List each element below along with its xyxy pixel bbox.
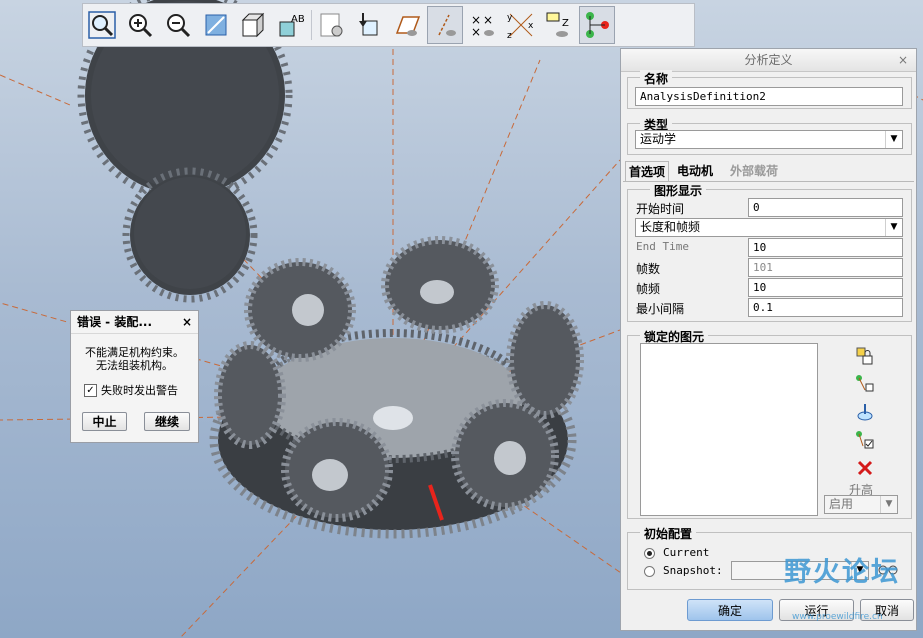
- frames-field[interactable]: 101: [748, 258, 903, 277]
- svg-text:y: y: [507, 13, 513, 23]
- zoom-fit-icon: [88, 11, 116, 39]
- saved-views-icon: [320, 13, 343, 37]
- svg-text:z: z: [507, 31, 512, 40]
- error-message: 不能满足机构约束。 无法组装机构。: [71, 346, 198, 372]
- lock-motion-button[interactable]: [854, 401, 876, 423]
- error-dialog-title: 错误 - 装配...: [77, 315, 153, 329]
- small-spur-gear: [122, 167, 258, 303]
- analysis-dialog-title: 分析定义: [744, 53, 793, 67]
- error-dialog-titlebar: 错误 - 装配... ×: [71, 311, 198, 334]
- enable-select-value: 启用: [829, 497, 854, 511]
- watermark: 野火论坛 www.proewildfire.cn: [752, 550, 922, 635]
- zoom-in-button[interactable]: [122, 6, 158, 44]
- enable-lock-button[interactable]: [854, 429, 876, 451]
- end-time-field[interactable]: 10: [748, 238, 903, 257]
- display-style-button[interactable]: AB: [274, 6, 310, 44]
- csys-display-icon: y x z: [507, 13, 534, 40]
- start-time-field[interactable]: 0: [748, 198, 903, 217]
- spec-mode-select[interactable]: 长度和帧频 ▼: [635, 218, 903, 237]
- warn-on-failure-label: 失败时发出警告: [101, 384, 178, 397]
- zoom-out-button[interactable]: [160, 6, 196, 44]
- lock-connection-icon: [856, 375, 874, 392]
- current-radio[interactable]: [644, 548, 655, 559]
- plane-display-icon: [395, 16, 421, 36]
- bevel-gear-assembly: [209, 236, 584, 539]
- min-interval-label: 最小间隔: [636, 302, 685, 316]
- min-interval-field[interactable]: 0.1: [748, 298, 903, 317]
- delete-icon: [857, 460, 873, 476]
- datum-display-icon: [359, 13, 378, 36]
- tab-motors[interactable]: 电动机: [674, 161, 716, 181]
- datum-display-button[interactable]: [351, 6, 387, 44]
- csys-display-button[interactable]: y x z: [503, 6, 539, 44]
- initial-config-label: 初始配置: [640, 525, 697, 542]
- warn-on-failure-option[interactable]: ✓ 失败时发出警告: [84, 382, 198, 398]
- warn-on-failure-checkbox[interactable]: ✓: [84, 383, 97, 397]
- lock-connection-button[interactable]: [854, 373, 876, 395]
- lock-body-button[interactable]: [854, 345, 876, 367]
- assembly-error-dialog: 错误 - 装配... × 不能满足机构约束。 无法组装机构。 ✓ 失败时发出警告…: [70, 310, 199, 443]
- svg-text:×: ×: [471, 25, 481, 39]
- chevron-down-icon: ▼: [885, 131, 902, 148]
- annotation-display-button[interactable]: Z: [541, 6, 577, 44]
- frame-rate-field[interactable]: 10: [748, 278, 903, 297]
- lock-body-icon: [856, 347, 873, 365]
- snapshot-label: Snapshot:: [663, 564, 723, 577]
- error-message-line-2: 无法组装机构。: [96, 359, 173, 372]
- error-dialog-close-icon[interactable]: ×: [182, 311, 192, 333]
- axis-display-icon: [438, 14, 456, 36]
- connection-display-button[interactable]: [579, 6, 615, 44]
- svg-text:x: x: [528, 21, 534, 31]
- saved-views-button[interactable]: [313, 6, 349, 44]
- watermark-text: 野火论坛: [784, 557, 900, 588]
- tab-external-loads[interactable]: 外部载荷: [727, 161, 781, 181]
- type-select[interactable]: 运动学 ▼: [635, 130, 903, 149]
- zoom-out-icon: [167, 14, 191, 38]
- repaint-button[interactable]: [198, 6, 234, 44]
- view-orientation-cube-icon: [241, 12, 265, 38]
- svg-text:Z: Z: [562, 18, 569, 29]
- watermark-url: www.proewildfire.cn: [792, 612, 883, 622]
- error-message-line-1: 不能满足机构约束。: [85, 346, 184, 359]
- axis-display-button[interactable]: [427, 6, 463, 44]
- start-time-label: 开始时间: [636, 202, 685, 216]
- analysis-definition-dialog: 分析定义 × 名称 AnalysisDefinition2 类型 运动学 ▼ 首…: [620, 48, 917, 631]
- chevron-down-icon: ▼: [885, 219, 902, 236]
- locked-entities-list[interactable]: [640, 343, 818, 516]
- analysis-dialog-titlebar: 分析定义 ×: [621, 49, 916, 72]
- view-orientation-button[interactable]: [236, 6, 272, 44]
- checked-lock-icon: [856, 431, 874, 449]
- frames-label: 帧数: [636, 262, 661, 276]
- enable-select[interactable]: 启用 ▼: [824, 495, 898, 514]
- frame-rate-label: 帧频: [636, 282, 661, 296]
- point-display-icon: × ××: [471, 13, 494, 39]
- continue-button[interactable]: 继续: [144, 412, 190, 431]
- display-style-icon: AB: [279, 14, 305, 37]
- connection-display-icon: [586, 12, 609, 38]
- repaint-icon: [205, 14, 227, 36]
- name-label: 名称: [640, 70, 673, 87]
- chevron-down-icon: ▼: [880, 496, 897, 513]
- annotation-display-icon: Z: [546, 12, 569, 37]
- end-time-label: End Time: [636, 240, 689, 253]
- toolbar-separator: [311, 10, 312, 40]
- view-toolbar: AB × × × y x z Z: [82, 3, 695, 47]
- spec-mode-value: 长度和帧频: [640, 220, 701, 234]
- point-display-button[interactable]: × × ×: [465, 6, 501, 44]
- zoom-fit-button[interactable]: [84, 6, 120, 44]
- graph-display-label: 图形显示: [650, 182, 707, 199]
- snapshot-radio[interactable]: [644, 566, 655, 577]
- zoom-in-icon: [129, 14, 153, 38]
- delete-lock-button[interactable]: [854, 457, 876, 479]
- svg-text:AB: AB: [291, 14, 305, 25]
- plane-display-button[interactable]: [389, 6, 425, 44]
- svg-text:×: ×: [483, 13, 493, 27]
- lock-motion-icon: [857, 404, 873, 421]
- tab-preferences[interactable]: 首选项: [625, 161, 670, 182]
- type-select-value: 运动学: [640, 132, 677, 146]
- analysis-dialog-close-icon[interactable]: ×: [898, 49, 908, 71]
- abort-button[interactable]: 中止: [82, 412, 127, 431]
- current-label: Current: [663, 546, 710, 559]
- name-field[interactable]: AnalysisDefinition2: [635, 87, 903, 106]
